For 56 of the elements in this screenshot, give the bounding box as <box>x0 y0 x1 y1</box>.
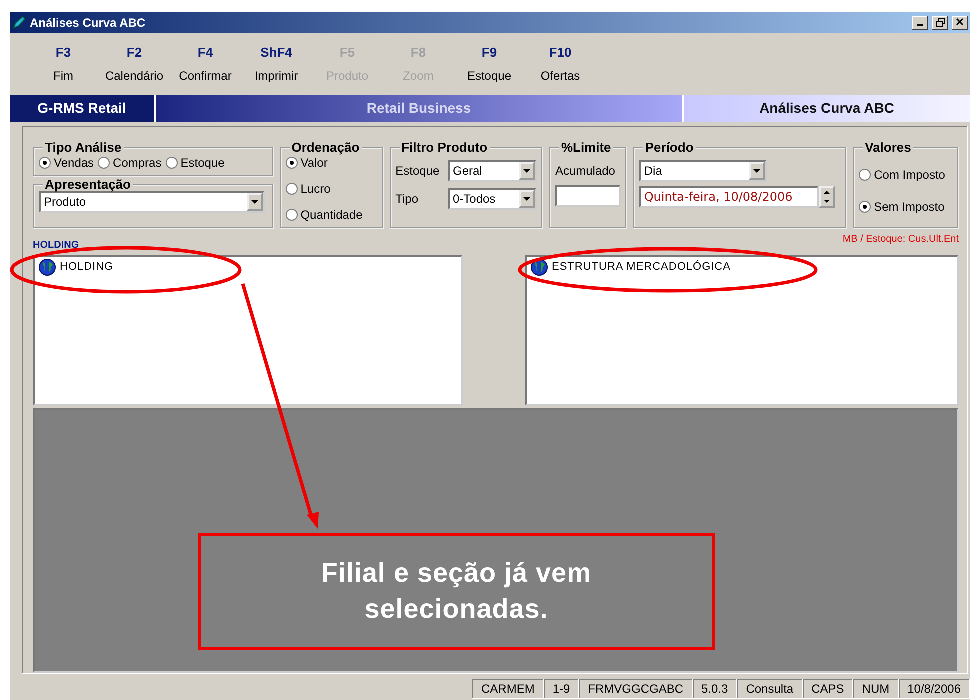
group-title: Filtro Produto <box>400 141 489 154</box>
globe-icon <box>531 259 548 276</box>
toolbar-button[interactable]: F2 Calendário <box>99 43 170 85</box>
group-title: Tipo Análise <box>44 141 123 154</box>
minimize-button[interactable] <box>912 16 928 30</box>
date-field[interactable]: Quinta-feira, 10/08/2006 <box>639 186 820 208</box>
field-label: Estoque <box>396 163 441 180</box>
filter-dropdown[interactable]: Geral <box>448 160 538 182</box>
group-title: Período <box>644 141 695 154</box>
status-panel: 10/8/2006 <box>898 679 970 699</box>
toolbar-button[interactable]: F3 Fim <box>28 43 99 85</box>
toolbar-button[interactable]: F9 Estoque <box>454 43 525 85</box>
group-title: Ordenação <box>290 141 361 154</box>
close-button[interactable] <box>952 16 968 30</box>
tree-item[interactable]: HOLDING <box>60 259 114 276</box>
field-label: Acumulado <box>555 163 616 180</box>
close-icon <box>956 18 964 26</box>
tree-item[interactable]: ESTRUTURA MERCADOLÓGICA <box>552 259 731 276</box>
status-panel: Consulta <box>737 679 803 699</box>
radio-option[interactable]: Com Imposto <box>859 166 950 184</box>
brand-label: G-RMS Retail <box>10 95 156 122</box>
radio-option[interactable]: Estoque <box>166 154 225 172</box>
group-title: Apresentação <box>44 178 132 191</box>
input-field[interactable] <box>555 185 622 207</box>
status-panel: 1-9 <box>544 679 580 699</box>
restore-icon <box>936 18 944 27</box>
radio-option[interactable]: Quantidade <box>286 206 374 224</box>
group-title: Valores <box>864 141 912 154</box>
screen-title: Análises Curva ABC <box>682 95 970 122</box>
status-panel: CARMEM <box>472 679 544 699</box>
globe-icon <box>39 259 56 276</box>
status-panel: 5.0.3 <box>692 679 738 699</box>
spin-button[interactable] <box>819 186 836 208</box>
radio-option[interactable]: Compras <box>98 154 162 172</box>
status-panel: FRMVGGCGABC <box>579 679 693 699</box>
group-title: %Limite <box>560 141 612 154</box>
apresentacao-dropdown[interactable]: Produto <box>39 191 265 213</box>
filter-dropdown[interactable]: 0-Todos <box>448 188 538 210</box>
section-label: HOLDING <box>33 239 80 253</box>
radio-option[interactable]: Valor <box>286 154 374 172</box>
field-label: Tipo <box>396 191 420 208</box>
pen-icon <box>12 16 26 30</box>
window-title: Análises Curva ABC <box>30 14 146 32</box>
toolbar-button[interactable]: ShF4 Imprimir <box>241 43 312 85</box>
banner-title: Retail Business <box>156 95 682 122</box>
radio-option[interactable]: Sem Imposto <box>859 198 950 216</box>
callout-text: Filial e seção já vem selecionadas. <box>198 533 715 650</box>
restore-button[interactable] <box>932 16 948 30</box>
radio-option[interactable]: Lucro <box>286 180 374 198</box>
period-dropdown[interactable]: Dia <box>639 160 768 182</box>
status-panel: CAPS <box>802 679 854 699</box>
note-text: MB / Estoque: Cus.Ult.Ent <box>842 233 959 247</box>
radio-option[interactable]: Vendas <box>39 154 94 172</box>
status-panel: NUM <box>853 679 899 699</box>
toolbar-button[interactable]: F10 Ofertas <box>525 43 596 85</box>
toolbar-button[interactable]: F4 Confirmar <box>170 43 241 85</box>
